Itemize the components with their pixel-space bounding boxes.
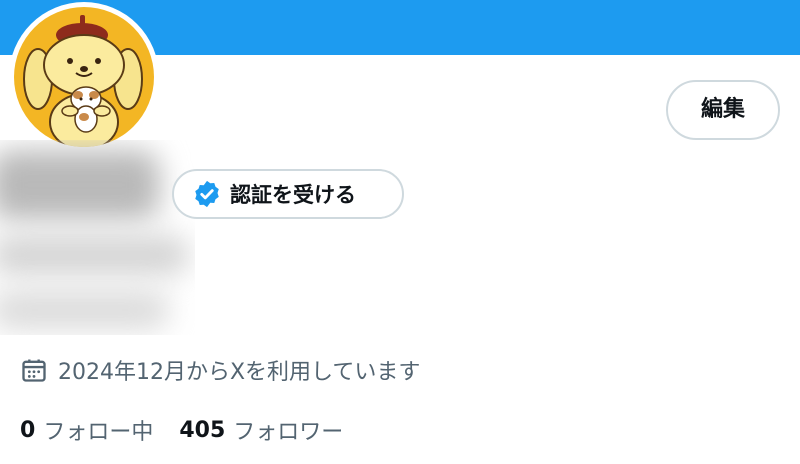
blurred-profile-name xyxy=(0,140,195,335)
verified-badge-icon xyxy=(195,180,219,208)
following-label[interactable]: フォロー中 xyxy=(43,414,153,446)
character-avatar-icon xyxy=(14,7,154,147)
calendar-icon xyxy=(22,359,46,382)
edit-profile-button[interactable]: 編集 xyxy=(666,80,780,140)
get-verified-label: 認証を受ける xyxy=(230,183,356,207)
following-count[interactable]: 0 xyxy=(20,418,35,443)
joined-date: 2024年12月からXを利用しています xyxy=(20,350,420,390)
followers-label[interactable]: フォロワー xyxy=(233,414,343,446)
joined-date-text: 2024年12月からXを利用しています xyxy=(58,360,421,385)
followers-count[interactable]: 405 xyxy=(179,418,225,443)
follow-stats: 0 フォロー中 405 フォロワー xyxy=(20,410,343,450)
avatar[interactable] xyxy=(14,7,154,147)
get-verified-button[interactable]: 認証を受ける xyxy=(172,169,404,219)
